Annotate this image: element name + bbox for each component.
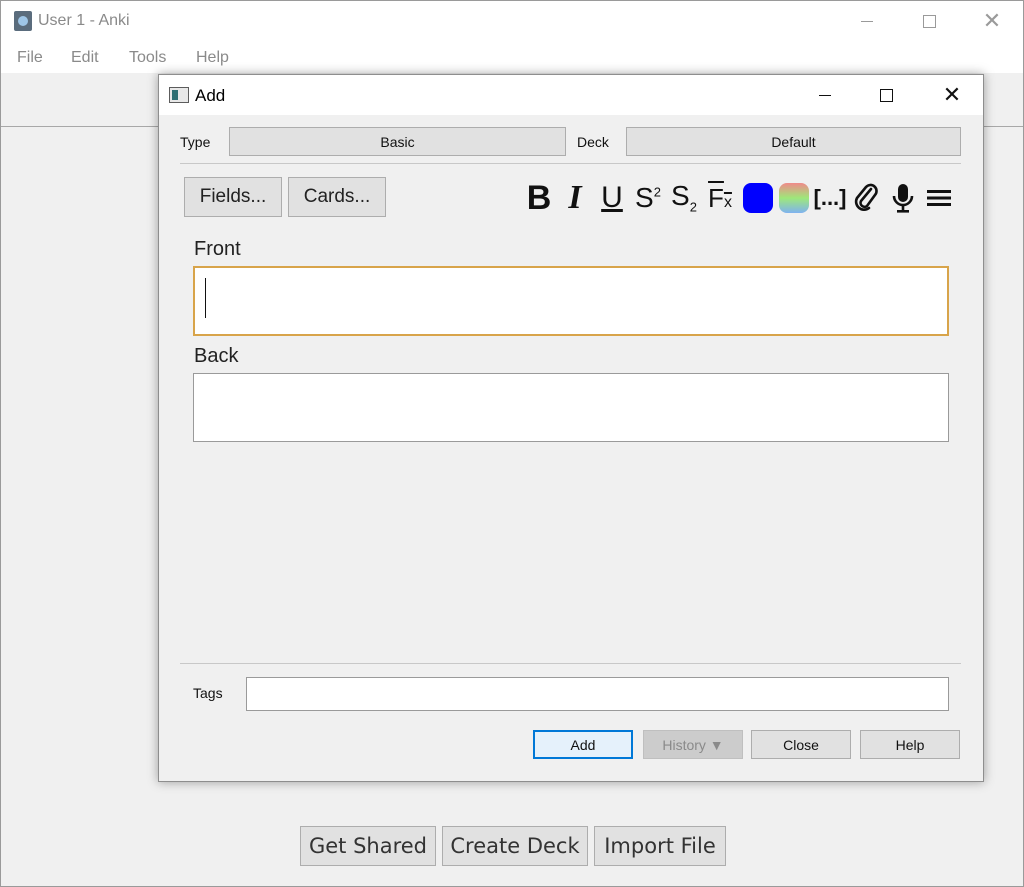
close-button[interactable]: Close — [751, 730, 851, 759]
front-field-input[interactable] — [193, 266, 949, 336]
minimize-icon — [861, 20, 873, 22]
add-dialog-icon — [169, 87, 189, 103]
deck-label: Deck — [577, 134, 609, 150]
create-deck-button[interactable]: Create Deck — [442, 826, 588, 866]
subscript-icon[interactable]: S2 — [668, 181, 700, 215]
anki-app-icon — [14, 11, 32, 31]
cloze-icon[interactable]: [...] — [814, 181, 847, 215]
maximize-icon — [879, 88, 893, 102]
add-dialog-title: Add — [195, 86, 226, 105]
close-icon: ✕ — [942, 82, 962, 107]
attach-icon[interactable] — [850, 181, 882, 215]
minimize-icon — [819, 94, 831, 96]
add-dialog: Add ✕ Type Basic Deck Default Fields... … — [158, 74, 984, 782]
minimize-button[interactable] — [844, 1, 890, 41]
front-field-label: Front — [194, 238, 241, 260]
record-audio-icon[interactable] — [887, 181, 919, 215]
help-button[interactable]: Help — [860, 730, 960, 759]
maximize-icon — [922, 14, 936, 28]
cards-button[interactable]: Cards... — [288, 177, 386, 217]
underline-icon[interactable]: U — [596, 181, 628, 215]
history-button[interactable]: History ▼ — [643, 730, 743, 759]
add-button[interactable]: Add — [533, 730, 633, 759]
dialog-minimize-button[interactable] — [802, 75, 848, 115]
get-shared-button[interactable]: Get Shared — [300, 826, 436, 866]
menu-edit[interactable]: Edit — [71, 49, 99, 67]
back-field-label: Back — [194, 345, 239, 367]
close-icon: ✕ — [982, 8, 1002, 33]
fields-button[interactable]: Fields... — [184, 177, 282, 217]
clear-format-icon[interactable]: Fx — [704, 181, 736, 215]
add-dialog-titlebar: Add ✕ — [159, 75, 983, 115]
bold-icon[interactable]: B — [523, 181, 555, 215]
close-window-button[interactable]: ✕ — [969, 1, 1015, 41]
more-menu-icon[interactable] — [923, 181, 955, 215]
highlight-color-icon[interactable] — [778, 181, 810, 215]
dialog-close-button[interactable]: ✕ — [929, 75, 975, 115]
note-type-selector[interactable]: Basic — [229, 127, 566, 156]
tags-input[interactable] — [246, 677, 949, 711]
tags-label: Tags — [193, 685, 223, 701]
menu-file[interactable]: File — [17, 49, 43, 67]
type-label: Type — [180, 134, 211, 150]
maximize-button[interactable] — [906, 1, 952, 41]
main-window-title: User 1 - Anki — [38, 12, 130, 29]
import-file-button[interactable]: Import File — [594, 826, 726, 866]
menu-tools[interactable]: Tools — [129, 49, 166, 67]
text-caret — [205, 278, 206, 318]
superscript-icon[interactable]: S2 — [632, 181, 664, 215]
italic-icon[interactable]: I — [559, 181, 591, 215]
top-divider — [180, 163, 961, 164]
menu-bar: File Edit Tools Help — [1, 43, 1023, 73]
deck-selector[interactable]: Default — [626, 127, 961, 156]
menu-help[interactable]: Help — [196, 49, 229, 67]
bottom-divider — [180, 663, 961, 664]
back-field-input[interactable] — [193, 373, 949, 442]
text-color-icon[interactable] — [742, 181, 774, 215]
main-titlebar: User 1 - Anki ✕ — [1, 1, 1023, 43]
dialog-maximize-button[interactable] — [863, 75, 909, 115]
